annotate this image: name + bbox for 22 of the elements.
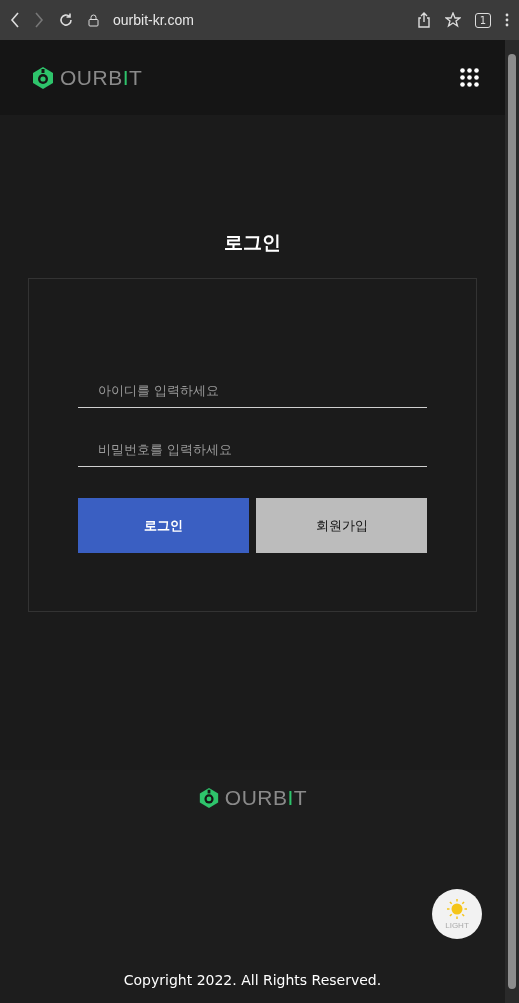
more-icon[interactable] — [505, 13, 509, 27]
copyright-text: Copyright 2022. All Rights Reserved. — [123, 972, 382, 988]
logo-text: OURBIT — [60, 65, 143, 90]
scrollbar[interactable] — [505, 40, 519, 1003]
page-title: 로그인 — [224, 230, 281, 255]
forward-icon[interactable] — [34, 12, 44, 28]
back-icon[interactable] — [10, 12, 20, 28]
menu-icon[interactable] — [460, 68, 479, 87]
login-button[interactable]: 로그인 — [78, 498, 249, 553]
reload-icon[interactable] — [58, 12, 74, 28]
bookmark-star-icon[interactable] — [444, 12, 461, 28]
input-field[interactable]: 아이디를 입력하세요 — [78, 374, 427, 408]
input-field[interactable]: 비밀번호를 입력하세요 — [78, 433, 427, 467]
share-icon[interactable] — [416, 12, 431, 28]
logo-icon — [197, 787, 220, 809]
logo-icon — [31, 65, 55, 90]
address-bar[interactable]: ourbit-kr.com — [113, 12, 403, 28]
tab-count[interactable]: 1 — [474, 12, 491, 28]
sun-icon — [446, 898, 468, 920]
logo-text: OURBIT — [224, 786, 308, 810]
lock-icon — [88, 13, 99, 27]
signup-button[interactable]: 회원가입 — [256, 498, 427, 553]
